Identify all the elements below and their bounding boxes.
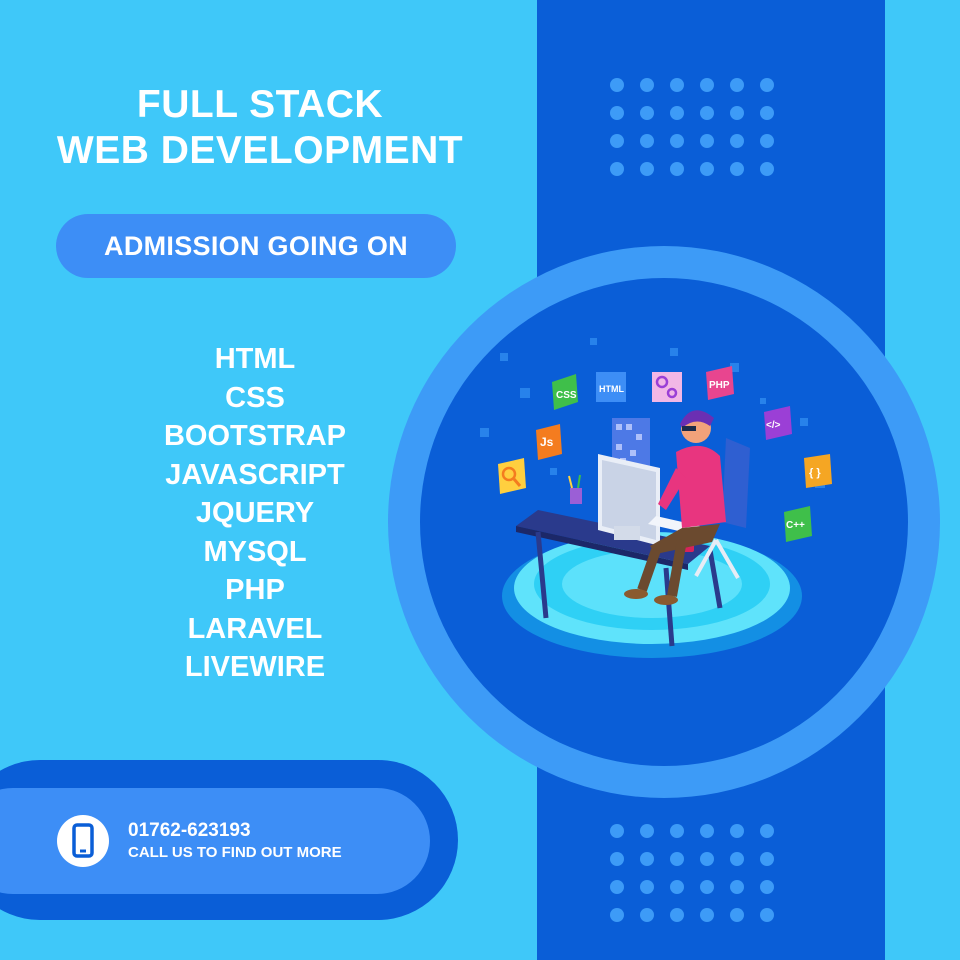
title-line-2: WEB DEVELOPMENT xyxy=(56,129,464,172)
magnifier-icon xyxy=(498,458,526,494)
dot-grid-bottom xyxy=(610,824,774,922)
course-item: HTML xyxy=(214,343,296,375)
admission-badge: ADMISSION GOING ON xyxy=(56,214,456,278)
badge-js: Js xyxy=(540,435,554,449)
course-item: LIVEWIRE xyxy=(184,651,326,683)
course-item: MYSQL xyxy=(203,535,307,568)
developer-illustration: CSS HTML PHP Js </> { } C++ xyxy=(480,338,832,658)
course-item: LARAVEL xyxy=(187,612,323,645)
course-item: JAVASCRIPT xyxy=(165,458,345,491)
course-item: PHP xyxy=(225,574,285,606)
course-item: CSS xyxy=(225,381,285,414)
badge-html: HTML xyxy=(599,384,624,394)
badge-braces: { } xyxy=(809,467,821,479)
course-list: HTML CSS BOOTSTRAP JAVASCRIPT JQUERY MYS… xyxy=(110,340,400,687)
course-item: JQUERY xyxy=(195,497,315,529)
badge-css: CSS xyxy=(556,390,577,401)
title-line-1: FULL STACK xyxy=(136,83,384,126)
mobile-phone-icon xyxy=(57,815,109,867)
badge-php: PHP xyxy=(709,380,730,391)
badge-cpp: C++ xyxy=(786,520,805,531)
gears-icon xyxy=(652,372,682,402)
course-item: BOOTSTRAP xyxy=(163,420,347,452)
badge-code: </> xyxy=(766,420,781,431)
call-to-action: CALL US TO FIND OUT MORE xyxy=(128,844,342,861)
poster-title: FULL STACK WEB DEVELOPMENT xyxy=(40,82,480,174)
poster: CSS HTML PHP Js </> { } C++ FULL STACK W… xyxy=(0,0,960,960)
dot-grid-top xyxy=(610,78,774,176)
phone-number[interactable]: 01762-623193 xyxy=(128,820,251,842)
